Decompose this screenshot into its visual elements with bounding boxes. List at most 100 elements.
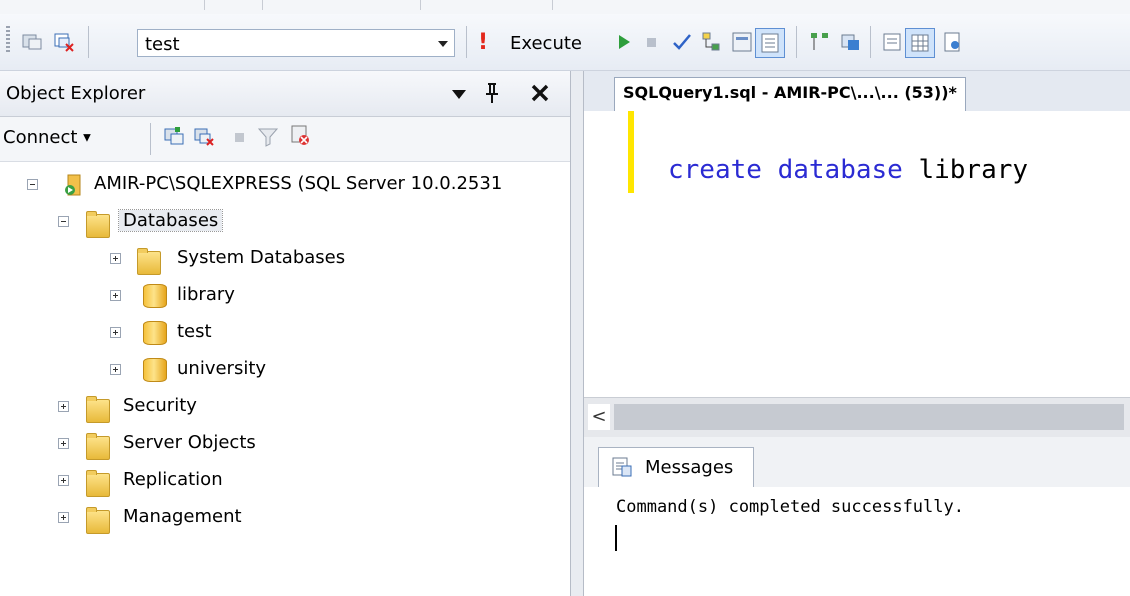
connect-icon[interactable]: [20, 30, 44, 54]
results-to-file-icon[interactable]: [940, 30, 964, 54]
object-explorer-toolbar: Connect ▼: [0, 117, 570, 162]
execute-label: Execute: [510, 33, 582, 54]
tree-label: university: [177, 358, 267, 379]
messages-pane[interactable]: Command(s) completed successfully.: [584, 487, 1130, 596]
database-icon: [143, 358, 167, 382]
stop-icon[interactable]: [640, 30, 664, 54]
tree-node-university[interactable]: university: [0, 356, 570, 386]
stop-icon[interactable]: [228, 125, 252, 149]
results-to-text-icon: [761, 33, 779, 53]
query-designer-icon[interactable]: [730, 30, 754, 54]
document-tabstrip: SQLQuery1.sql - AMIR-PC\...\... (53))*: [584, 71, 1130, 112]
tree-node-management[interactable]: Management: [0, 504, 570, 534]
tree-label: System Databases: [177, 247, 346, 268]
filter-icon[interactable]: [256, 125, 280, 149]
panel-title: Object Explorer: [6, 83, 146, 104]
folder-icon: [86, 396, 110, 423]
tree-node-replication[interactable]: Replication: [0, 467, 570, 497]
database-icon: [143, 284, 167, 308]
include-plan-icon[interactable]: [808, 30, 832, 54]
sql-keyword: database: [777, 155, 903, 185]
tab-messages[interactable]: Messages: [598, 447, 754, 487]
tree-label: Security: [123, 395, 197, 416]
folder-icon: [137, 248, 161, 275]
results-to-text-toggle[interactable]: [755, 28, 785, 58]
panel-splitter[interactable]: [570, 71, 584, 596]
code-line[interactable]: create database library: [668, 155, 1028, 185]
expand-icon[interactable]: [58, 401, 69, 412]
results-to-grid-icon: [911, 34, 929, 52]
toolbar-grip[interactable]: [6, 26, 10, 54]
chevron-down-icon: ▼: [83, 132, 91, 144]
tab-title: SQLQuery1.sql - AMIR-PC\...\... (53))*: [623, 83, 957, 102]
folder-icon: [86, 507, 110, 534]
separator: [204, 0, 205, 10]
chevron-down-icon[interactable]: [438, 41, 448, 47]
object-explorer-panel: Object Explorer Connect ▼ AMIR-PC\SQLEXP…: [0, 71, 570, 596]
expand-icon[interactable]: [110, 290, 121, 301]
scroll-left-icon[interactable]: <: [588, 404, 610, 430]
close-icon[interactable]: [530, 83, 550, 103]
expand-icon[interactable]: [58, 438, 69, 449]
folder-icon: [86, 470, 110, 497]
expand-icon[interactable]: [58, 475, 69, 486]
separator: [796, 26, 797, 58]
tree-node-system-databases[interactable]: System Databases: [0, 245, 570, 275]
tab-label: Messages: [645, 457, 734, 478]
separator: [420, 0, 421, 10]
separator: [88, 26, 89, 58]
collapse-icon[interactable]: [58, 216, 69, 227]
results-to-text-icon[interactable]: [880, 30, 904, 54]
expand-icon[interactable]: [58, 512, 69, 523]
display-plan-icon[interactable]: [700, 30, 724, 54]
tree-label: AMIR-PC\SQLEXPRESS (SQL Server 10.0.2531: [94, 173, 503, 194]
database-value: test: [145, 34, 180, 55]
tree-node-library[interactable]: library: [0, 282, 570, 312]
horizontal-scrollbar[interactable]: <: [584, 397, 1130, 437]
execute-icon: !: [478, 30, 489, 55]
text-caret: [615, 525, 617, 551]
tree-label: Replication: [123, 469, 223, 490]
scrollbar-thumb[interactable]: [614, 404, 1124, 430]
separator: [552, 0, 553, 10]
stop-refresh-icon[interactable]: [288, 123, 312, 147]
separator: [870, 26, 871, 58]
expand-icon[interactable]: [110, 327, 121, 338]
separator: [466, 26, 467, 58]
separator: [262, 0, 263, 10]
tree-label: test: [177, 321, 212, 342]
available-databases-dropdown[interactable]: test: [137, 29, 455, 57]
expand-icon[interactable]: [110, 364, 121, 375]
client-statistics-icon[interactable]: [838, 30, 862, 54]
tree-label: Databases: [117, 209, 224, 232]
disconnect-icon[interactable]: [192, 125, 216, 149]
debug-play-icon[interactable]: [612, 30, 636, 54]
separator: [150, 123, 151, 155]
tree-node-security[interactable]: Security: [0, 393, 570, 423]
dropdown-arrow-icon[interactable]: [450, 87, 468, 101]
folder-icon: [86, 433, 110, 460]
tree-node-databases[interactable]: Databases: [0, 208, 570, 238]
tab-sqlquery1[interactable]: SQLQuery1.sql - AMIR-PC\...\... (53))*: [614, 77, 966, 111]
messages-icon: [612, 457, 632, 477]
connect-label: Connect: [3, 127, 78, 148]
database-icon: [143, 321, 167, 345]
change-marker: [628, 111, 634, 193]
tree-node-server[interactable]: AMIR-PC\SQLEXPRESS (SQL Server 10.0.2531: [0, 171, 570, 201]
query-editor[interactable]: create database library: [584, 111, 1130, 397]
change-connection-icon[interactable]: [52, 30, 76, 54]
results-to-grid-toggle[interactable]: [905, 28, 935, 58]
sql-keyword: create: [668, 155, 762, 185]
object-explorer-header: Object Explorer: [0, 71, 570, 117]
tree-node-test[interactable]: test: [0, 319, 570, 349]
expand-icon[interactable]: [110, 253, 121, 264]
menu-strip-remnant: [0, 0, 1130, 14]
connect-dropdown[interactable]: Connect ▼: [3, 127, 91, 148]
folder-icon: [86, 211, 110, 238]
connect-server-icon[interactable]: [162, 125, 186, 149]
tree-node-server-objects[interactable]: Server Objects: [0, 430, 570, 460]
tree-label: Management: [123, 506, 242, 527]
pin-icon[interactable]: [484, 81, 500, 105]
parse-check-icon[interactable]: [670, 30, 694, 54]
collapse-icon[interactable]: [27, 179, 38, 190]
